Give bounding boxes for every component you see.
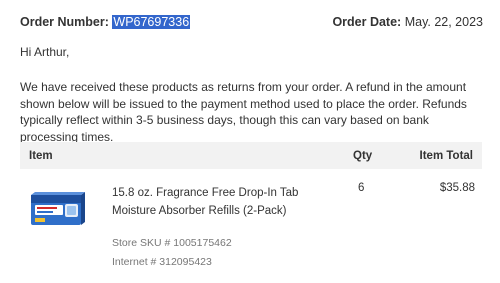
header-item-total: Item Total: [419, 149, 473, 162]
header-qty: Qty: [353, 149, 373, 162]
store-sku: Store SKU # 1005175462: [112, 237, 232, 249]
order-info-bar: Order Number: WP67697336 Order Date: May…: [20, 13, 483, 31]
header-item: Item: [29, 149, 53, 162]
table-header: Item Qty Item Total: [20, 142, 482, 169]
internet-number: Internet # 312095423: [112, 256, 212, 268]
order-date-label: Order Date:: [332, 15, 402, 29]
refund-message: We have received these products as retur…: [20, 80, 467, 144]
greeting: Hi Arthur,: [20, 45, 70, 59]
order-number-label: Order Number:: [20, 15, 109, 29]
order-date-value: May. 22, 2023: [404, 15, 483, 29]
product-package-image[interactable]: [29, 190, 86, 228]
return-confirmation-email: Order Number: WP67697336 Order Date: May…: [0, 0, 500, 283]
product-name[interactable]: 15.8 oz. Fragrance Free Drop-In Tab Mois…: [112, 184, 302, 220]
product-qty: 6: [358, 182, 365, 194]
order-number-value[interactable]: WP67697336: [112, 15, 191, 29]
product-item-total: $35.88: [439, 182, 475, 194]
order-number: Order Number: WP67697336: [20, 15, 191, 29]
order-date: Order Date: May. 22, 2023: [332, 15, 483, 29]
